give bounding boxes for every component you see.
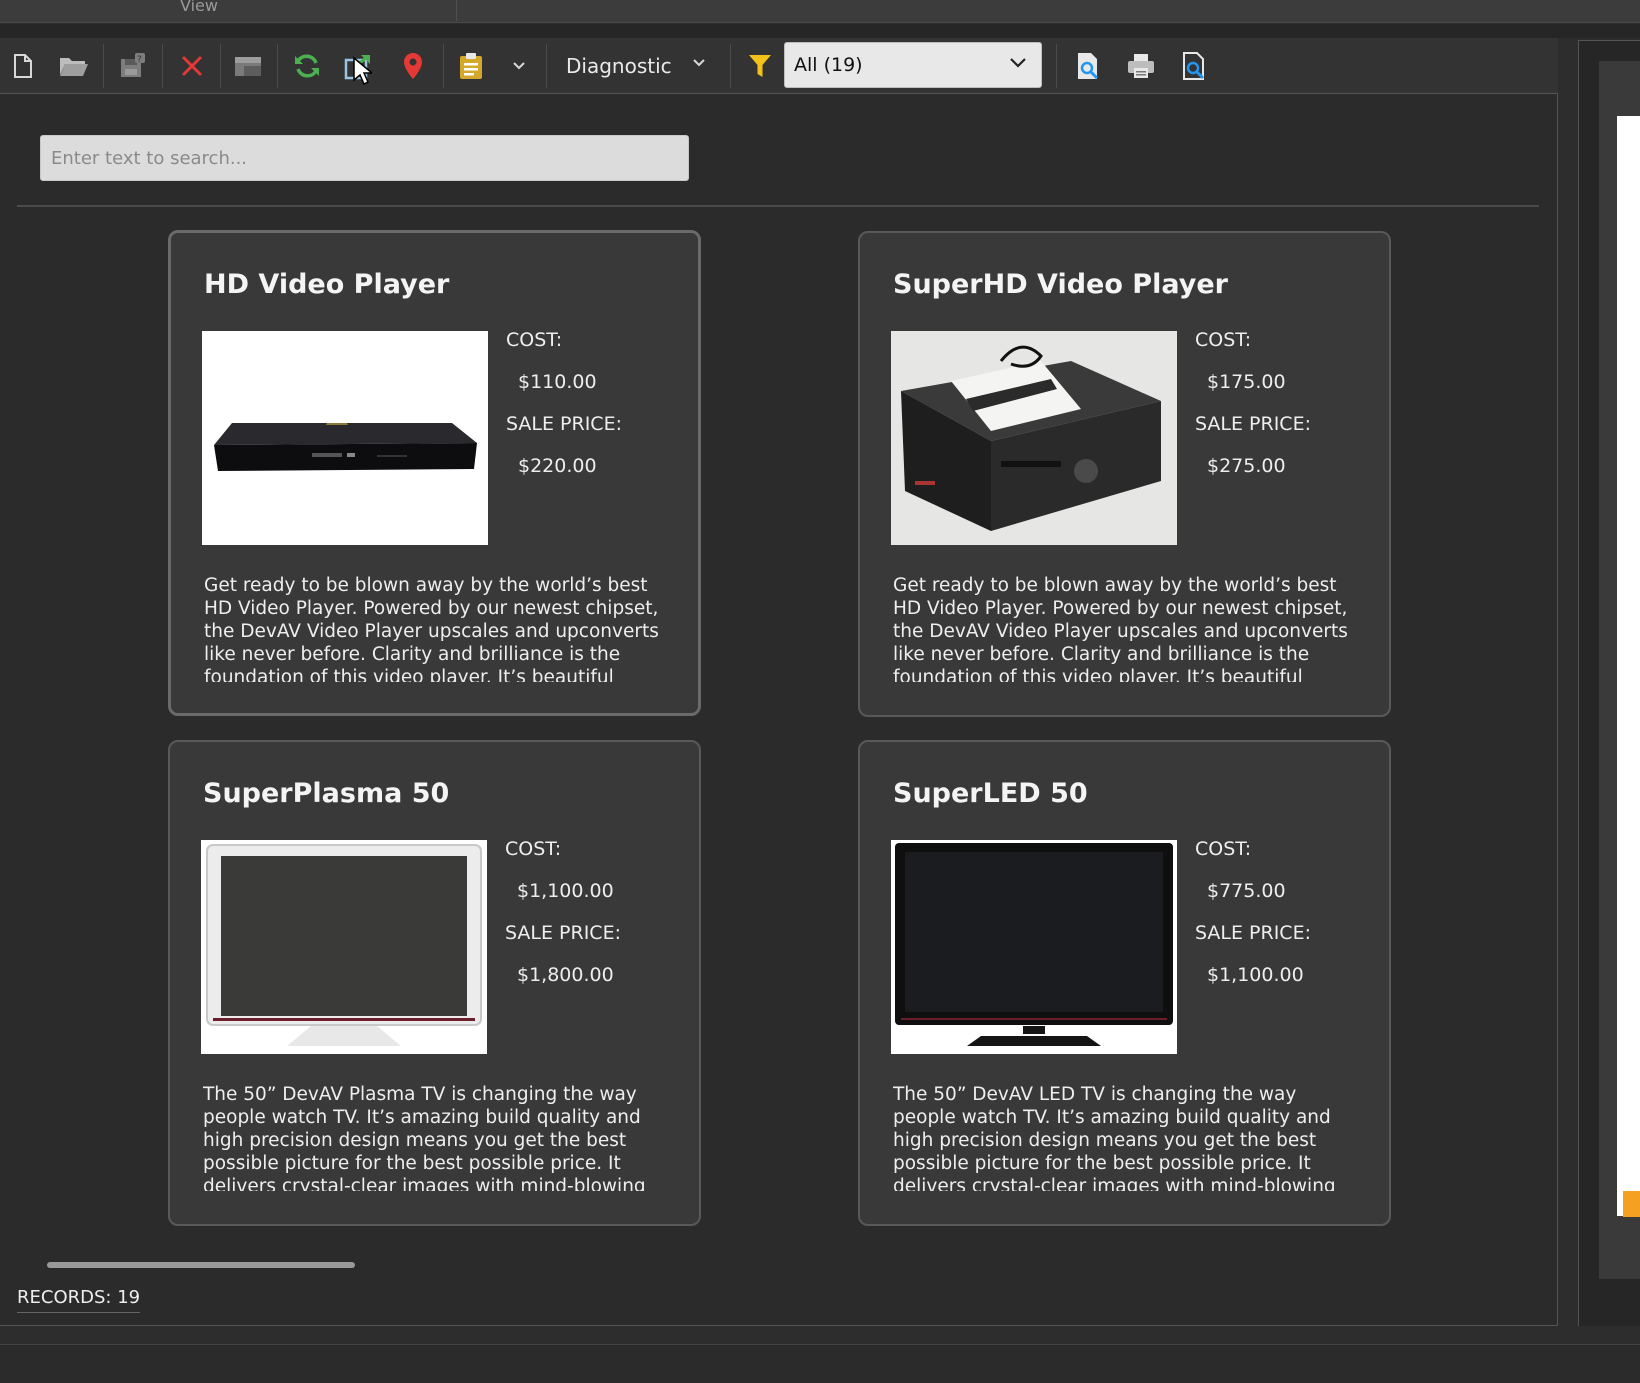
product-title: HD Video Player	[204, 269, 450, 300]
window-icon[interactable]	[228, 46, 268, 86]
toolbar-separator	[1056, 44, 1057, 88]
cost-label: COST:	[506, 329, 563, 351]
refresh-icon[interactable]	[287, 46, 327, 86]
product-description: The 50” DevAV Plasma TV is changing the …	[203, 1084, 646, 1191]
filter-value: All (19)	[794, 54, 863, 76]
chevron-down-icon	[693, 59, 705, 67]
product-title: SuperHD Video Player	[893, 269, 1228, 300]
toolbar-separator	[277, 44, 278, 88]
sale-price-value: $1,800.00	[517, 964, 614, 986]
cost-value: $1,100.00	[517, 880, 614, 902]
toolbar-separator	[730, 44, 731, 88]
cost-label: COST:	[1195, 329, 1252, 351]
sale-price-value: $275.00	[1207, 455, 1286, 477]
filter-combo[interactable]: All (19)	[784, 42, 1042, 88]
delete-icon[interactable]	[172, 46, 212, 86]
product-card[interactable]: SuperPlasma 50 COST: $1,100.00 SALE PRIC…	[168, 740, 701, 1226]
view-mode-select[interactable]: Diagnostic	[558, 46, 718, 86]
open-folder-icon[interactable]	[54, 46, 94, 86]
print-preview-icon[interactable]	[1174, 46, 1214, 86]
divider	[17, 205, 1539, 207]
product-card[interactable]: SuperLED 50 COST: $775.00 SALE PRICE: $1…	[858, 740, 1391, 1226]
status-bar	[0, 1344, 1640, 1383]
sale-price-value: $1,100.00	[1207, 964, 1304, 986]
vcr-with-remote-photo	[891, 331, 1177, 545]
sale-price-value: $220.00	[518, 455, 597, 477]
dvd-player-photo	[202, 331, 488, 545]
toolbar: ? Diagnostic All (19)	[0, 38, 1558, 94]
product-view: HD Video Player COST: $110.00 SALE PRICE…	[0, 94, 1558, 1326]
preview-icon[interactable]	[1068, 46, 1108, 86]
save-all-icon[interactable]: ?	[113, 46, 153, 86]
toolbar-separator	[443, 44, 444, 88]
black-led-tv-photo	[891, 840, 1177, 1054]
product-title: SuperLED 50	[893, 778, 1088, 809]
product-card[interactable]: HD Video Player COST: $110.00 SALE PRICE…	[168, 230, 701, 716]
white-plasma-tv-photo	[201, 840, 487, 1054]
ribbon-band	[0, 24, 1640, 38]
cost-value: $110.00	[518, 371, 597, 393]
sale-price-label: SALE PRICE:	[1195, 922, 1311, 944]
side-panel	[1578, 40, 1640, 1326]
print-icon[interactable]	[1121, 46, 1161, 86]
svg-text:?: ?	[137, 55, 142, 65]
view-mode-label: Diagnostic	[566, 54, 672, 78]
map-pin-icon[interactable]	[393, 46, 433, 86]
horizontal-scrollbar[interactable]	[47, 1262, 355, 1268]
product-card[interactable]: SuperHD Video Player COST: $175.00 SALE …	[858, 231, 1391, 717]
records-count: RECORDS: 19	[17, 1287, 141, 1313]
filter-icon[interactable]	[740, 46, 780, 86]
search-input[interactable]	[40, 135, 689, 181]
ribbon-view-tab[interactable]: View	[180, 0, 218, 15]
toolbar-separator	[546, 44, 547, 88]
toolbar-separator	[103, 44, 104, 88]
ribbon-strip: View	[0, 0, 1640, 23]
cost-value: $775.00	[1207, 880, 1286, 902]
cost-label: COST:	[1195, 838, 1252, 860]
side-panel-marker	[1623, 1191, 1640, 1217]
chevron-down-icon	[1010, 58, 1026, 68]
mouse-cursor-icon	[353, 56, 372, 86]
cost-label: COST:	[505, 838, 562, 860]
product-description: The 50” DevAV LED TV is changing the way…	[893, 1084, 1336, 1191]
product-description: Get ready to be blown away by the world’…	[204, 575, 659, 682]
dropdown-chevron-icon[interactable]	[499, 46, 539, 86]
sale-price-label: SALE PRICE:	[506, 413, 622, 435]
product-description: Get ready to be blown away by the world’…	[893, 575, 1348, 682]
sale-price-label: SALE PRICE:	[505, 922, 621, 944]
toolbar-separator	[220, 44, 221, 88]
clipboard-icon[interactable]	[451, 46, 491, 86]
sale-price-label: SALE PRICE:	[1195, 413, 1311, 435]
toolbar-separator	[162, 44, 163, 88]
side-panel-preview	[1617, 116, 1640, 1216]
cost-value: $175.00	[1207, 371, 1286, 393]
ribbon-separator	[456, 0, 457, 21]
new-icon[interactable]	[3, 46, 43, 86]
product-title: SuperPlasma 50	[203, 778, 450, 809]
